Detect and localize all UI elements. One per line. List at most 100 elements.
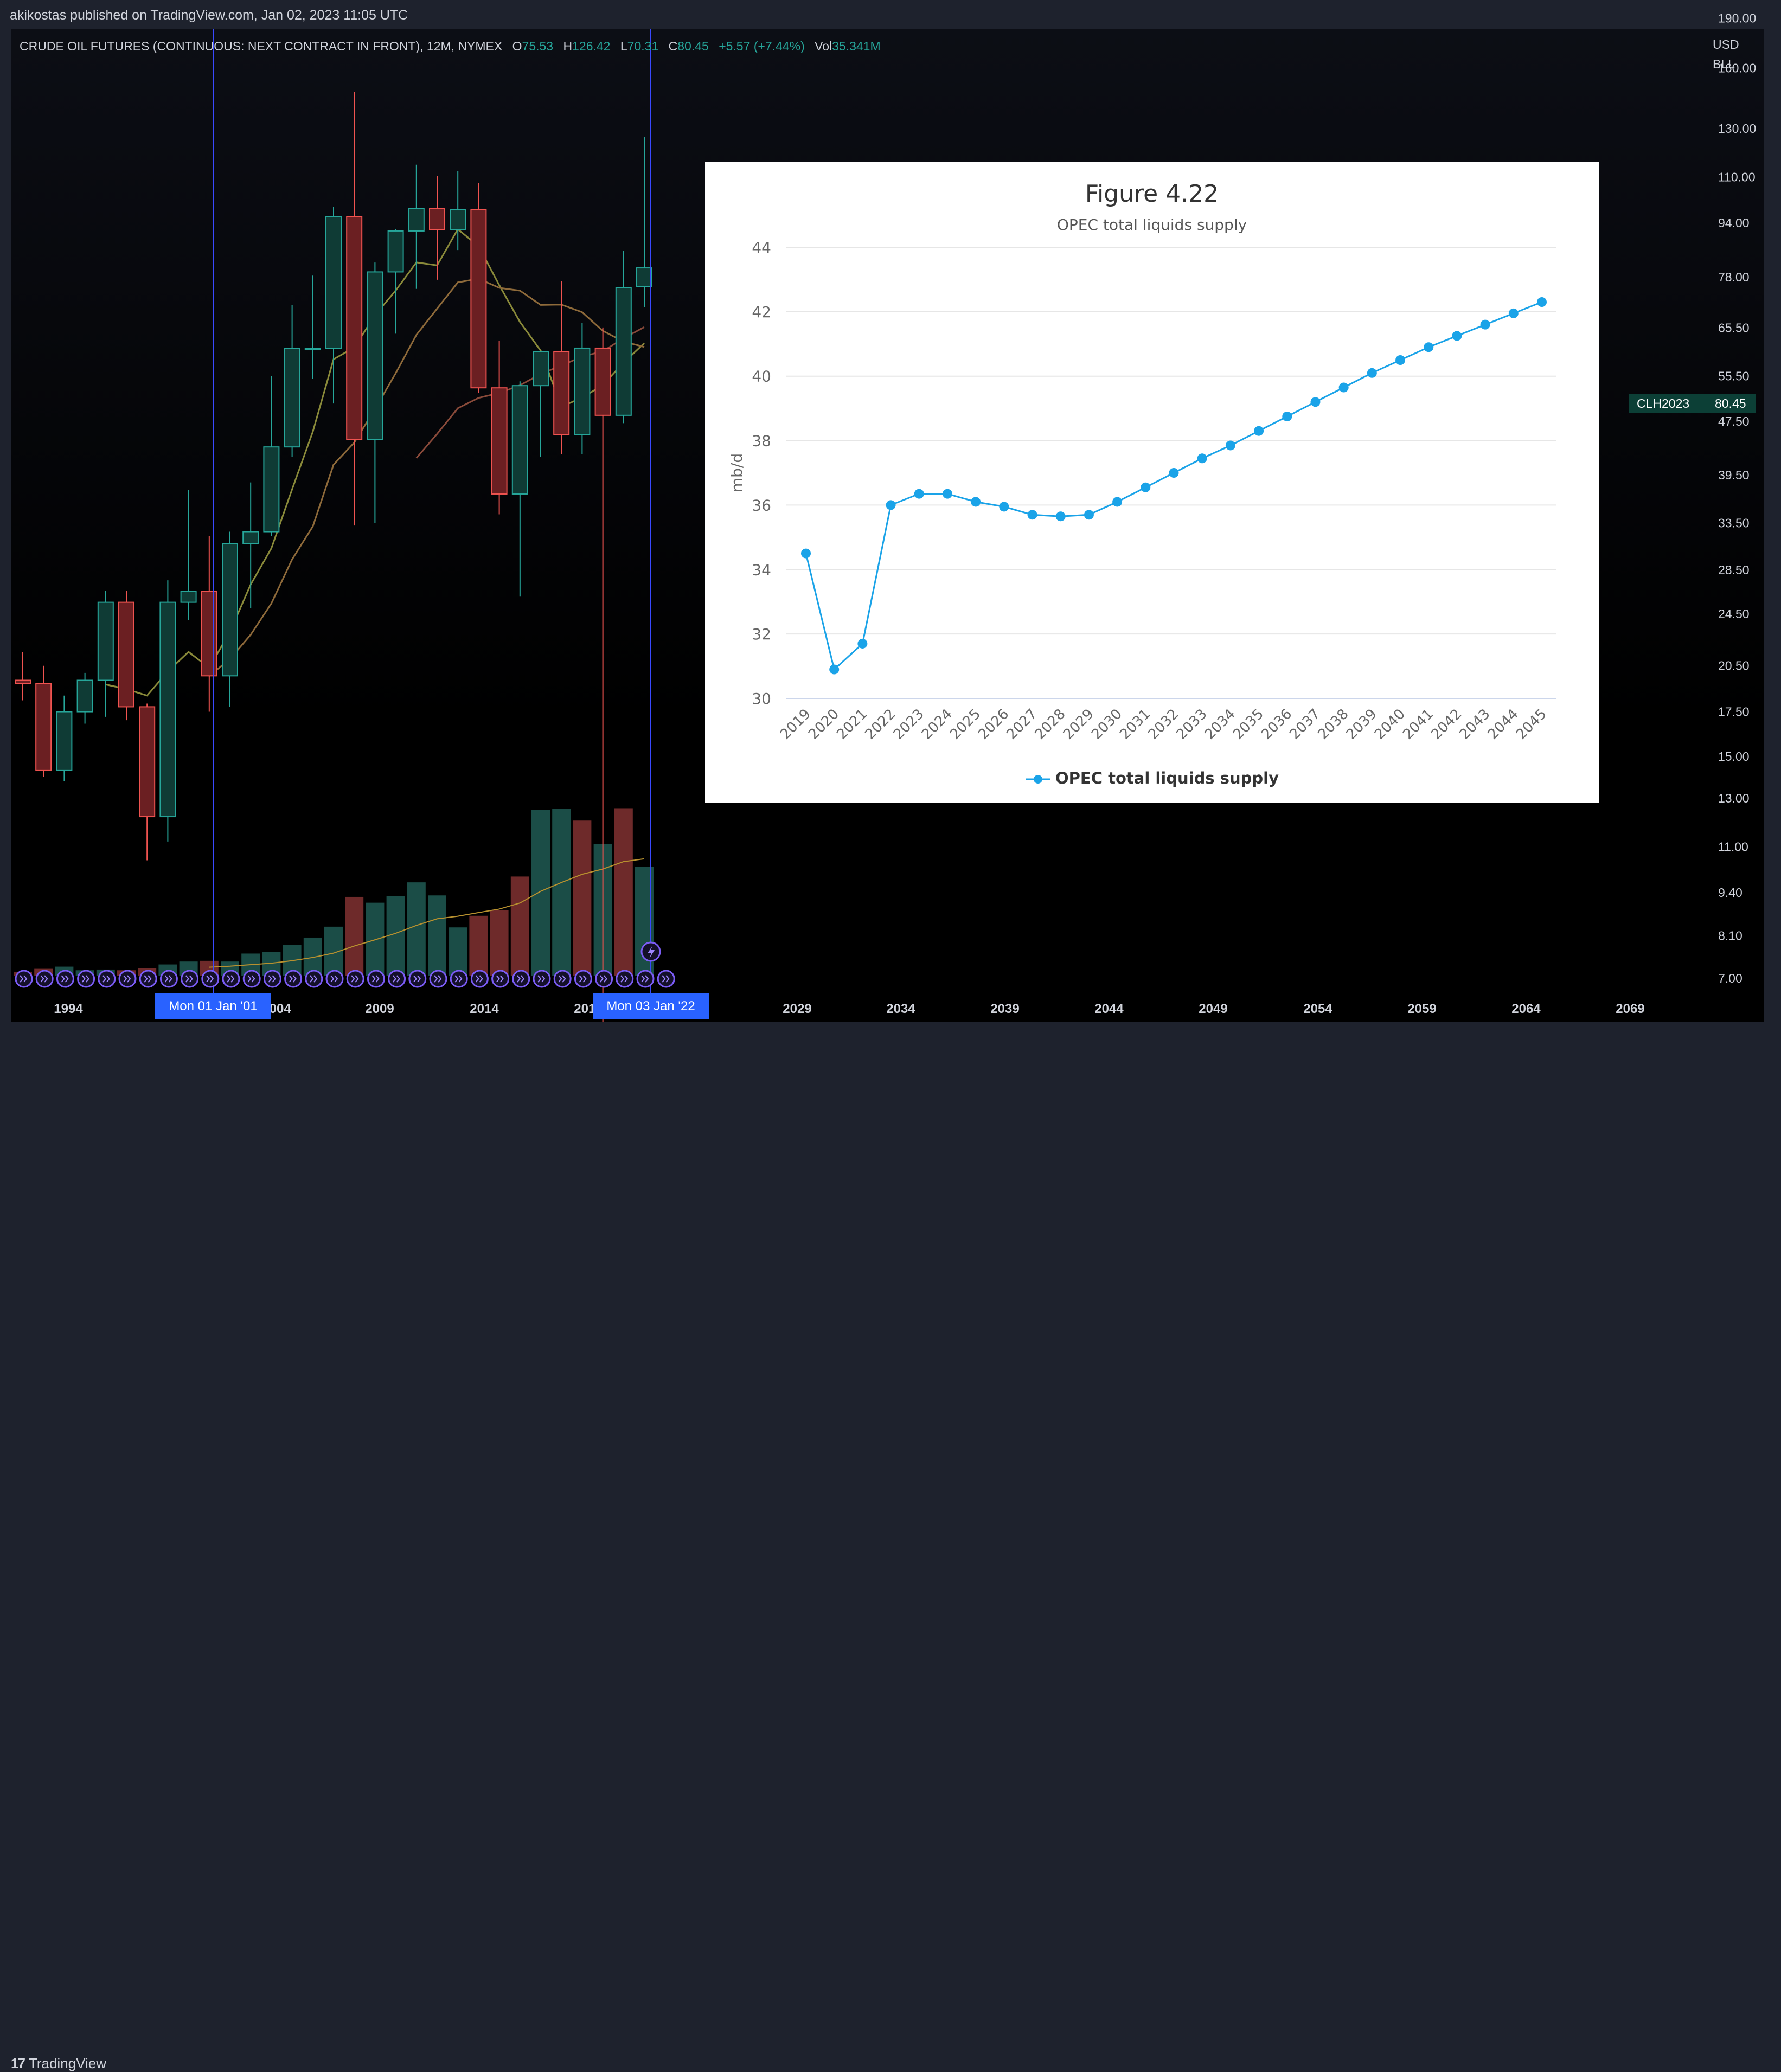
candle-body[interactable] <box>574 347 591 435</box>
event-icon[interactable] <box>98 970 116 988</box>
price-axis-label: 13.00 <box>1718 791 1750 805</box>
candle-body[interactable] <box>470 209 487 389</box>
data-point[interactable] <box>914 489 924 499</box>
data-point[interactable] <box>1254 426 1264 436</box>
event-icon[interactable] <box>574 970 592 988</box>
event-icon[interactable] <box>201 970 220 988</box>
symbol-name[interactable]: CRUDE OIL FUTURES (CONTINUOUS: NEXT CONT… <box>20 39 502 53</box>
candle-body[interactable] <box>636 267 652 287</box>
figure-legend[interactable]: OPEC total liquids supply <box>705 769 1599 787</box>
price-axis-label: 47.50 <box>1718 414 1750 428</box>
data-point[interactable] <box>1310 397 1321 407</box>
event-icon[interactable] <box>657 970 675 988</box>
data-point[interactable] <box>1282 412 1292 421</box>
data-point[interactable] <box>1367 368 1377 378</box>
lightning-event-icon[interactable] <box>640 941 661 962</box>
candle-body[interactable] <box>491 387 508 495</box>
event-icon[interactable] <box>325 970 344 988</box>
event-icon-ring <box>98 970 116 988</box>
candle-body[interactable] <box>615 287 632 416</box>
event-icon[interactable] <box>346 970 364 988</box>
event-icon[interactable] <box>139 970 157 988</box>
event-icon[interactable] <box>284 970 303 988</box>
candle-body[interactable] <box>553 351 570 435</box>
candle-body[interactable] <box>15 679 31 684</box>
data-point[interactable] <box>1395 355 1406 365</box>
data-point[interactable] <box>801 548 811 559</box>
candle-body[interactable] <box>429 208 445 230</box>
data-point[interactable] <box>942 489 952 499</box>
data-point[interactable] <box>857 638 868 649</box>
data-point[interactable] <box>1027 510 1037 520</box>
data-point[interactable] <box>999 502 1009 512</box>
event-icon[interactable] <box>159 970 178 988</box>
candle-body[interactable] <box>139 706 156 818</box>
event-icon[interactable] <box>450 970 468 988</box>
event-icon[interactable] <box>595 970 613 988</box>
data-point[interactable] <box>1424 342 1434 352</box>
candle-body[interactable] <box>594 347 611 416</box>
candle-body[interactable] <box>242 531 259 544</box>
event-icon[interactable] <box>616 970 634 988</box>
candle-body[interactable] <box>118 601 134 708</box>
data-point[interactable] <box>1338 382 1349 393</box>
data-point[interactable] <box>1537 297 1547 307</box>
candle-body[interactable] <box>408 208 425 232</box>
currency-selector[interactable]: USD BLL <box>1713 35 1739 74</box>
event-icon[interactable] <box>305 970 323 988</box>
event-icon[interactable] <box>242 970 261 988</box>
event-icon[interactable] <box>118 970 137 988</box>
candle-body[interactable] <box>511 385 528 495</box>
data-point[interactable] <box>1112 497 1123 507</box>
data-point[interactable] <box>1141 482 1151 492</box>
data-point[interactable] <box>1480 319 1490 330</box>
data-point[interactable] <box>1508 308 1519 318</box>
candle-body[interactable] <box>76 679 93 713</box>
event-icon[interactable] <box>512 970 530 988</box>
candle-body[interactable] <box>35 683 52 771</box>
event-icon[interactable] <box>553 970 572 988</box>
candle-body[interactable] <box>222 543 238 677</box>
event-icon[interactable] <box>408 970 427 988</box>
event-icon[interactable] <box>429 970 447 988</box>
candle-body[interactable] <box>180 590 197 603</box>
candle-body[interactable] <box>201 590 217 677</box>
event-icon[interactable] <box>636 970 655 988</box>
data-point[interactable] <box>1084 510 1094 520</box>
event-icon[interactable] <box>222 970 240 988</box>
data-point[interactable] <box>829 664 840 675</box>
candle-body[interactable] <box>304 348 321 350</box>
data-point[interactable] <box>886 500 896 510</box>
tradingview-logo[interactable]: 17 TradingView <box>11 2055 106 2072</box>
event-icon[interactable] <box>56 970 74 988</box>
event-icon[interactable] <box>263 970 281 988</box>
candle-body[interactable] <box>346 216 363 440</box>
data-point[interactable] <box>1452 331 1462 341</box>
candle-body[interactable] <box>263 446 280 533</box>
event-icon[interactable] <box>77 970 95 988</box>
candle-body[interactable] <box>367 271 383 440</box>
event-icon[interactable] <box>181 970 199 988</box>
data-point[interactable] <box>971 497 981 507</box>
candle-body[interactable] <box>159 601 176 818</box>
event-icon[interactable] <box>15 970 33 988</box>
candle-body[interactable] <box>387 230 404 273</box>
candle-body[interactable] <box>97 601 114 681</box>
data-point[interactable] <box>1169 468 1179 478</box>
data-point[interactable] <box>1225 440 1235 451</box>
event-icon[interactable] <box>470 970 489 988</box>
event-icon[interactable] <box>388 970 406 988</box>
event-icon[interactable] <box>35 970 54 988</box>
data-point[interactable] <box>1055 511 1066 522</box>
event-icon[interactable] <box>491 970 510 988</box>
candle-body[interactable] <box>450 209 466 230</box>
event-icon[interactable] <box>367 970 385 988</box>
data-point[interactable] <box>1197 453 1207 464</box>
candle-body[interactable] <box>325 216 342 349</box>
candle-body[interactable] <box>533 351 549 387</box>
x-tick-label: 2042 <box>1428 706 1465 743</box>
event-icon[interactable] <box>533 970 551 988</box>
candle-body[interactable] <box>284 348 300 448</box>
y-tick-label: 40 <box>752 368 771 386</box>
candle-body[interactable] <box>56 711 73 771</box>
